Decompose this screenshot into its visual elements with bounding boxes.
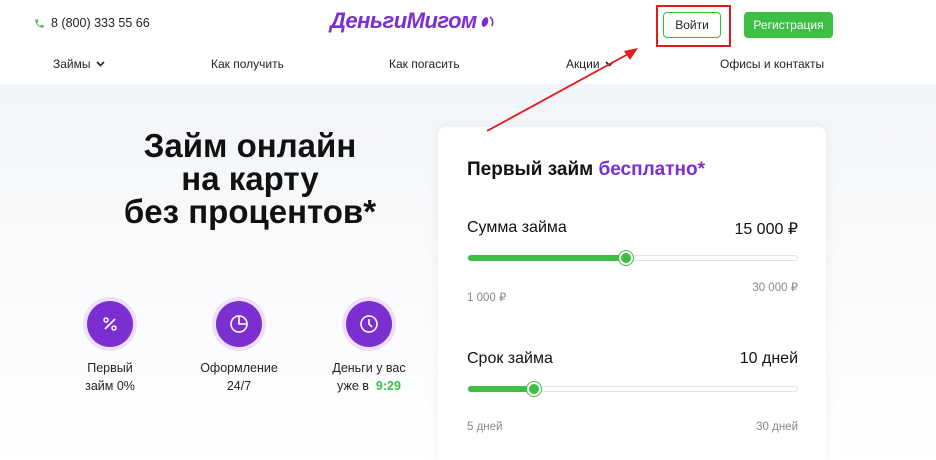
feature-time: 9:29	[375, 379, 401, 393]
feature-first-loan: Первый займ 0%	[55, 301, 165, 395]
feature-text: Первый	[87, 361, 133, 375]
term-slider-handle[interactable]	[527, 382, 541, 396]
calculator-title-accent: бесплатно*	[598, 159, 705, 180]
percent-icon	[87, 301, 133, 347]
hero-title-line: без процентов*	[123, 193, 377, 230]
feature-text: займ 0%	[85, 379, 135, 393]
feature-text: Деньги у вас	[332, 361, 406, 375]
nav-item-label: Акции	[566, 57, 600, 71]
amount-value: 15 000 ₽	[734, 221, 798, 238]
nav-item-how-to-get[interactable]: Как получить	[211, 57, 284, 71]
feature-24-7: Оформление 24/7	[184, 301, 294, 395]
term-slider-fill	[468, 386, 534, 392]
feature-text: Оформление	[200, 361, 278, 375]
nav-item-loans[interactable]: Займы	[53, 57, 105, 71]
nav-item-promotions[interactable]: Акции	[566, 57, 614, 71]
register-button[interactable]: Регистрация	[744, 12, 833, 38]
hero-title: Займ онлайн на карту без процентов*	[100, 129, 400, 228]
chevron-down-icon	[95, 61, 105, 67]
nav-item-offices[interactable]: Офисы и контакты	[720, 57, 824, 71]
annotation-highlight-box	[656, 5, 731, 47]
feature-money-time: Деньги у вас уже в 9:29	[314, 301, 424, 395]
term-label: Срок займа	[467, 350, 553, 367]
nav-item-label: Как получить	[211, 57, 284, 71]
hero-title-line: на карту	[181, 160, 319, 197]
feature-text: 24/7	[226, 379, 252, 393]
term-value: 10 дней	[739, 350, 798, 367]
term-min: 5 дней	[467, 421, 503, 433]
term-slider[interactable]	[467, 382, 798, 396]
loan-calculator-card: Первый займ бесплатно* Сумма займа 15 00…	[438, 127, 826, 460]
amount-label: Сумма займа	[467, 219, 567, 236]
logo-leaf-icon	[480, 8, 496, 34]
feature-text-with-time: уже в 9:29	[314, 377, 424, 395]
phone-number[interactable]: 8 (800) 333 55 66	[34, 16, 150, 30]
hero-title-line: Займ онлайн	[143, 127, 357, 164]
logo[interactable]: ДеньгиМигом	[330, 8, 496, 34]
calculator-title-main: Первый займ	[467, 159, 599, 180]
amount-slider-handle[interactable]	[619, 251, 633, 265]
nav-item-how-to-repay[interactable]: Как погасить	[389, 57, 460, 71]
amount-slider[interactable]	[467, 251, 798, 265]
header: 8 (800) 333 55 66 ДеньгиМигом Войти Реги…	[0, 0, 936, 84]
amount-max: 30 000 ₽	[752, 282, 798, 294]
clock-icon	[346, 301, 392, 347]
chevron-down-icon	[604, 61, 614, 67]
nav-item-label: Офисы и контакты	[720, 57, 825, 71]
feature-text: уже в	[337, 379, 369, 393]
nav-item-label: Как погасить	[389, 57, 460, 71]
nav-item-label: Займы	[53, 57, 91, 71]
term-max: 30 дней	[756, 421, 798, 433]
amount-slider-fill	[468, 255, 626, 261]
logo-text: ДеньгиМигом	[330, 8, 477, 33]
phone-icon	[35, 18, 44, 28]
amount-min: 1 000 ₽	[467, 292, 507, 304]
phone-text: 8 (800) 333 55 66	[51, 16, 150, 30]
calculator-title: Первый займ бесплатно*	[467, 159, 705, 181]
pie-chart-icon	[216, 301, 262, 347]
